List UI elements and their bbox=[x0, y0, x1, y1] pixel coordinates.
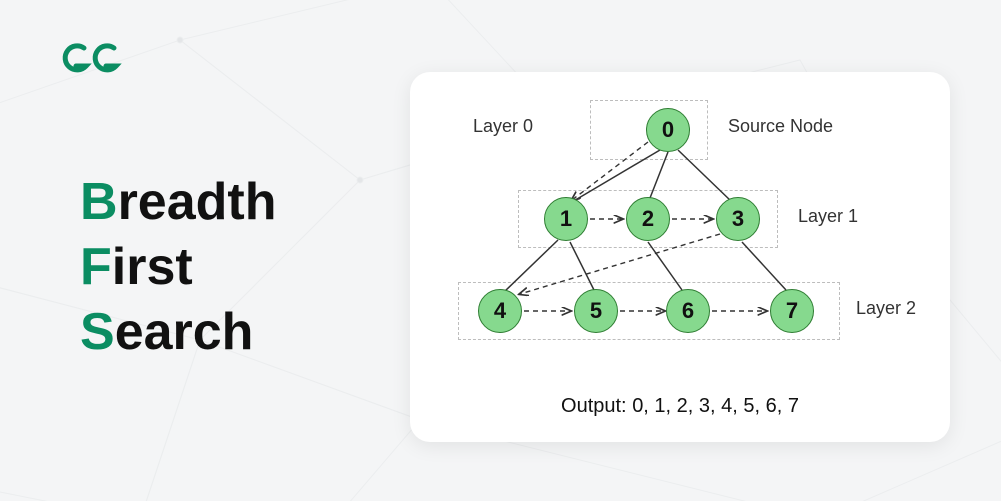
title-accent-1: B bbox=[80, 173, 118, 231]
layer-1-label: Layer 1 bbox=[798, 206, 858, 227]
node-4: 4 bbox=[478, 289, 522, 333]
node-7: 7 bbox=[770, 289, 814, 333]
output-text: Output: 0, 1, 2, 3, 4, 5, 6, 7 bbox=[410, 395, 950, 418]
title-line-1: Breadth bbox=[80, 170, 276, 235]
node-6: 6 bbox=[666, 289, 710, 333]
node-2: 2 bbox=[626, 197, 670, 241]
title-line-3: Search bbox=[80, 300, 276, 365]
title-accent-3: S bbox=[80, 303, 115, 361]
title-line-2: First bbox=[80, 235, 276, 300]
title-rest-1: readth bbox=[118, 173, 277, 231]
layer-0-label: Layer 0 bbox=[473, 116, 533, 137]
output-sequence: 0, 1, 2, 3, 4, 5, 6, 7 bbox=[632, 395, 799, 417]
layer-2-label: Layer 2 bbox=[856, 298, 916, 319]
node-0: 0 bbox=[646, 108, 690, 152]
title-accent-2: F bbox=[80, 238, 112, 296]
node-1: 1 bbox=[544, 197, 588, 241]
title-rest-2: irst bbox=[112, 238, 193, 296]
node-3: 3 bbox=[716, 197, 760, 241]
logo-icon bbox=[62, 42, 122, 81]
diagram-card: Layer 0 Source Node Layer 1 Layer 2 bbox=[410, 72, 950, 442]
title-rest-3: earch bbox=[115, 303, 254, 361]
title: Breadth First Search bbox=[80, 170, 276, 365]
output-label: Output: bbox=[561, 395, 627, 417]
bfs-diagram: Layer 0 Source Node Layer 1 Layer 2 bbox=[410, 72, 950, 442]
source-node-label: Source Node bbox=[728, 116, 833, 137]
node-5: 5 bbox=[574, 289, 618, 333]
